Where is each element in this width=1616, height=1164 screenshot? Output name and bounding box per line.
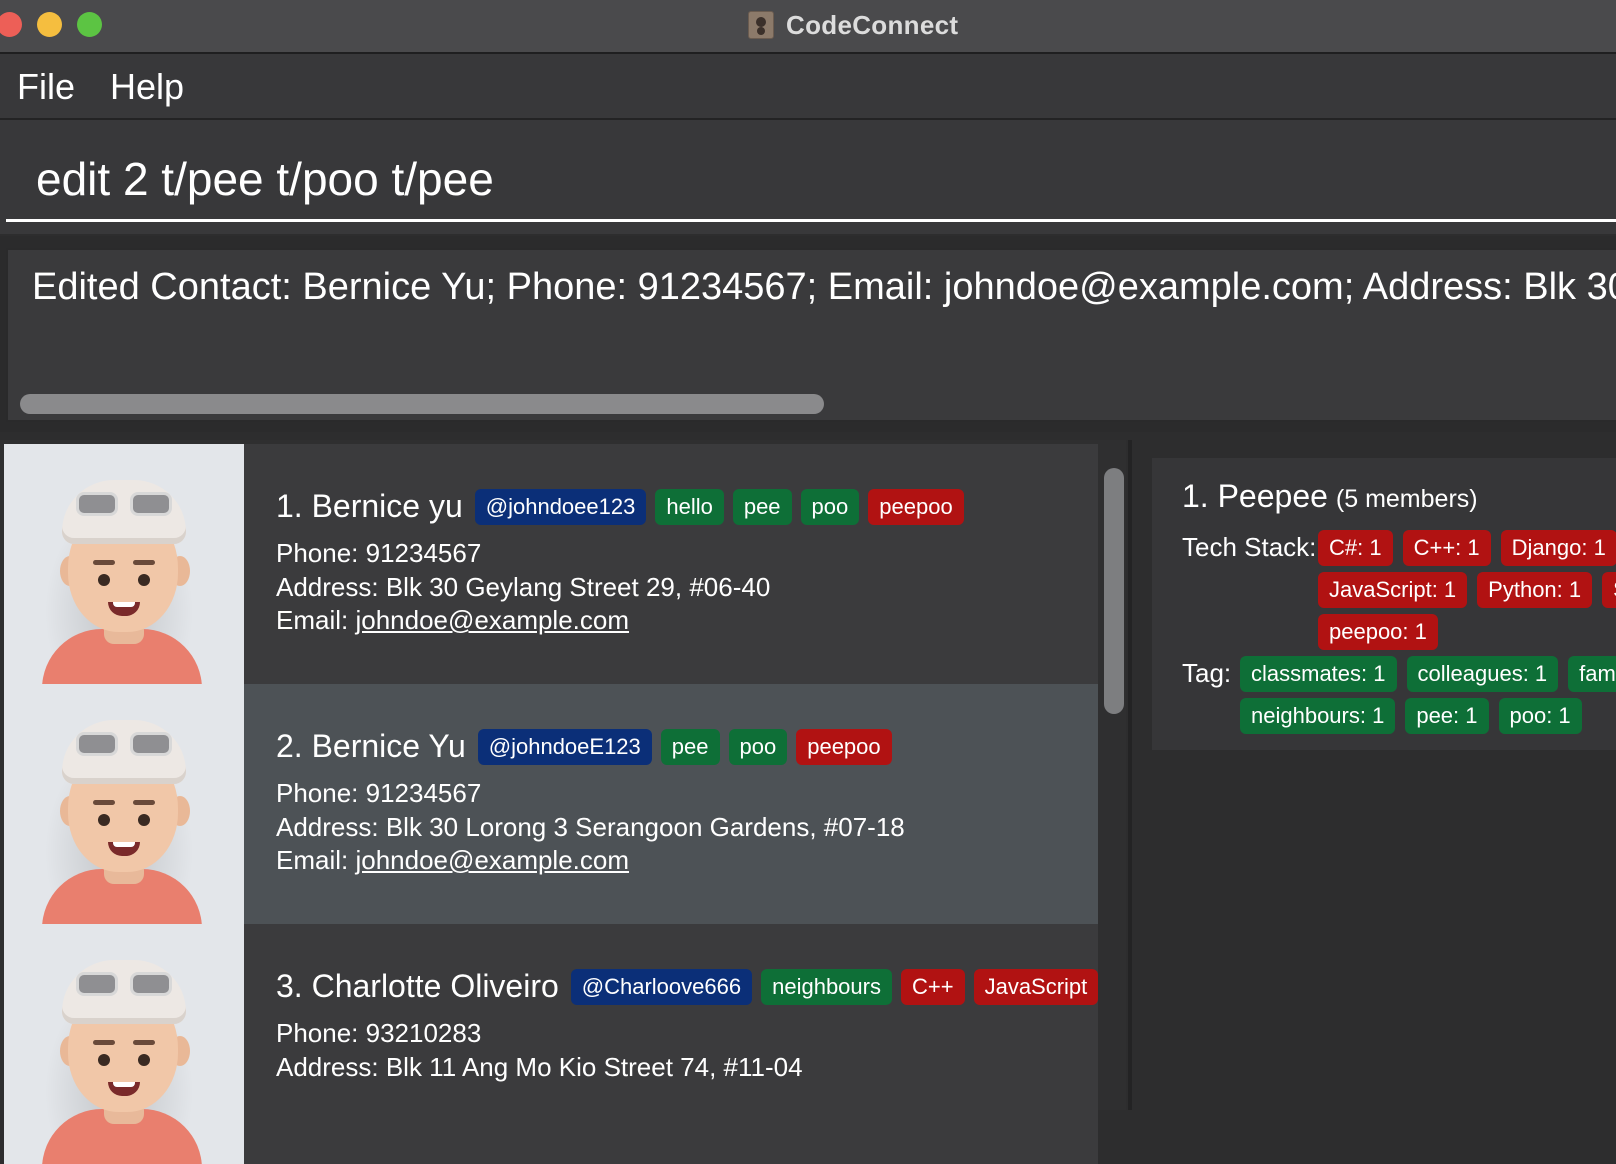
avatar [4, 924, 244, 1164]
contact-phone: Phone: 91234567 [276, 538, 482, 568]
tech-count-chip: C++: 1 [1402, 530, 1491, 566]
github-chip: @johndoeE123 [477, 728, 652, 765]
github-chip: @johndoee123 [474, 488, 647, 525]
tech-count-chip: Django: 1 [1500, 530, 1616, 566]
app-icon [748, 11, 774, 39]
close-window-button[interactable] [0, 12, 22, 37]
tech-chip: C++ [900, 968, 965, 1005]
contact-card[interactable]: 2. Bernice Yu @johndoeE123 pee poo peepo… [4, 684, 1098, 924]
github-chip: @Charloove666 [570, 968, 753, 1005]
menu-file[interactable]: File [17, 66, 75, 108]
contact-address: Address: Blk 30 Lorong 3 Serangoon Garde… [276, 812, 905, 842]
tech-count-chip: C#: 1 [1318, 530, 1393, 566]
horizontal-scrollbar[interactable] [20, 394, 824, 414]
tech-stack-label: Tech Stack: [1182, 532, 1317, 562]
menu-help[interactable]: Help [110, 66, 184, 108]
email-label: Email: [276, 845, 356, 875]
contact-phone: Phone: 91234567 [276, 778, 482, 808]
tech-count-chip: JavaScript: 1 [1318, 572, 1468, 608]
tag-label: Tag: [1182, 658, 1232, 688]
tag-chip: pee [660, 728, 720, 765]
command-input[interactable] [6, 138, 1616, 222]
tech-count-chip: SQL: 1 [1602, 572, 1616, 608]
contact-email-row: Email: johndoe@example.com [276, 605, 629, 636]
result-text: Edited Contact: Bernice Yu; Phone: 91234… [32, 266, 1616, 308]
tech-count-chip: peepoo: 1 [1318, 614, 1438, 650]
command-box [0, 120, 1616, 234]
avatar [4, 444, 244, 684]
vertical-scrollbar[interactable] [1104, 468, 1124, 714]
tag-count-chip: family: 1 [1568, 656, 1616, 692]
group-card[interactable]: 1. Peepee (5 members) Tech Stack: C#: 1 C… [1152, 458, 1616, 750]
contact-list: 1. Bernice yu @johndoee123 hello pee poo… [0, 440, 1126, 1164]
tag-count-chip: poo: 1 [1498, 698, 1582, 734]
tech-chip: JavaScript [973, 968, 1099, 1005]
contact-name: 3. Charlotte Oliveiro [276, 968, 559, 1004]
result-display: Edited Contact: Bernice Yu; Phone: 91234… [0, 236, 1616, 432]
tech-chip: peepoo [868, 488, 964, 525]
group-name: 1. Peepee [1182, 478, 1328, 514]
email-link[interactable]: johndoe@example.com [355, 605, 629, 635]
tag-count-chip: neighbours: 1 [1240, 698, 1396, 734]
tag-chip: poo [800, 488, 860, 525]
contact-card[interactable]: 1. Bernice yu @johndoee123 hello pee poo… [4, 444, 1098, 684]
tag-chip: hello [655, 488, 724, 525]
contact-name: 1. Bernice yu [276, 488, 463, 524]
contact-address: Address: Blk 11 Ang Mo Kio Street 74, #1… [276, 1052, 803, 1082]
tag-count-chip: colleagues: 1 [1406, 656, 1559, 692]
tag-chip: pee [732, 488, 792, 525]
tag-count-chip: classmates: 1 [1240, 656, 1397, 692]
contact-card[interactable]: 3. Charlotte Oliveiro @Charloove666 neig… [4, 924, 1099, 1164]
contact-address: Address: Blk 30 Geylang Street 29, #06-4… [276, 572, 771, 602]
email-label: Email: [276, 605, 356, 635]
menu-bar: File Help [0, 54, 1616, 120]
maximize-window-button[interactable] [77, 12, 102, 37]
tag-chip: poo [728, 728, 788, 765]
window-title: CodeConnect [786, 9, 959, 40]
group-list: 1. Peepee (5 members) Tech Stack: C#: 1 C… [1132, 440, 1616, 1110]
minimize-window-button[interactable] [37, 12, 62, 37]
tag-count-chip: pee: 1 [1405, 698, 1489, 734]
tech-count-chip: Python: 1 [1477, 572, 1593, 608]
contact-phone: Phone: 93210283 [276, 1018, 482, 1048]
title-bar: CodeConnect [0, 0, 1616, 54]
contact-name: 2. Bernice Yu [276, 728, 466, 764]
tech-chip: peepoo [796, 728, 892, 765]
email-link[interactable]: johndoe@example.com [355, 845, 629, 875]
group-member-count: (5 members) [1335, 485, 1478, 513]
avatar [4, 684, 244, 924]
contact-email-row: Email: johndoe@example.com [276, 845, 629, 876]
result-box: Edited Contact: Bernice Yu; Phone: 91234… [6, 248, 1616, 422]
tag-chip: neighbours [761, 968, 892, 1005]
